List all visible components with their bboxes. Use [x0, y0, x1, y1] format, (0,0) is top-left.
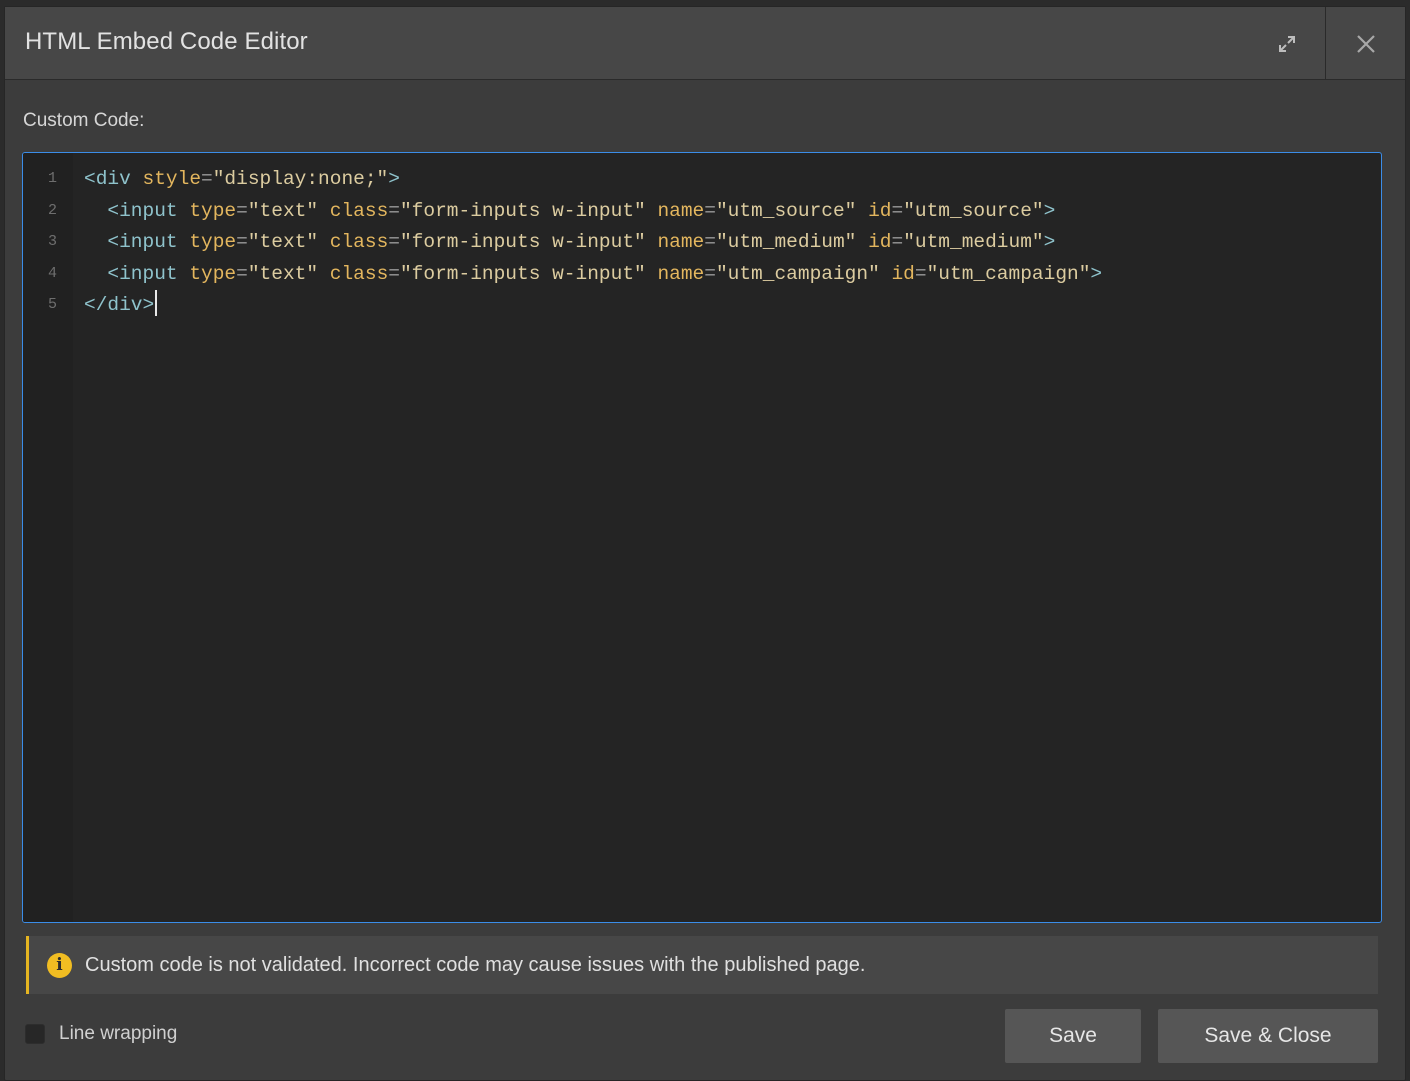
html-embed-dialog: HTML Embed Code Editor Custom Code: 1 <di… — [4, 6, 1406, 1081]
close-button[interactable] — [1326, 7, 1405, 80]
close-icon — [1356, 34, 1375, 53]
code-line[interactable]: 4 <input type="text" class="form-inputs … — [23, 258, 1381, 290]
line-wrapping-label: Line wrapping — [59, 1023, 178, 1044]
save-close-button[interactable]: Save & Close — [1158, 1009, 1378, 1063]
line-number: 3 — [47, 233, 57, 251]
code-text[interactable]: <input type="text" class="form-inputs w-… — [84, 195, 1055, 227]
dialog-titlebar: HTML Embed Code Editor — [5, 7, 1405, 80]
expand-arrows-icon — [1278, 35, 1295, 52]
line-number: 1 — [47, 170, 57, 187]
line-wrapping-checkbox[interactable] — [25, 1024, 45, 1044]
code-text[interactable]: <div style="display:none;"> — [84, 163, 400, 195]
code-line[interactable]: 5 </div> — [23, 289, 1381, 321]
code-line[interactable]: 3 <input type="text" class="form-inputs … — [23, 226, 1381, 258]
dialog-title: HTML Embed Code Editor — [25, 28, 308, 55]
text-cursor — [155, 290, 158, 317]
warning-text: Custom code is not validated. Incorrect … — [85, 953, 866, 976]
warning-banner: i Custom code is not validated. Incorrec… — [26, 936, 1378, 994]
code-text[interactable]: <input type="text" class="form-inputs w-… — [84, 258, 1102, 290]
code-line[interactable]: 1 <div style="display:none;"> — [23, 163, 1381, 195]
info-icon: i — [47, 952, 72, 978]
line-number: 5 — [47, 296, 57, 314]
line-number: 4 — [47, 264, 57, 282]
code-line[interactable]: 2 <input type="text" class="form-inputs … — [23, 195, 1381, 227]
custom-code-label: Custom Code: — [23, 110, 145, 131]
line-wrapping-toggle[interactable]: Line wrapping — [25, 1023, 177, 1045]
code-text[interactable]: <input type="text" class="form-inputs w-… — [84, 226, 1055, 258]
save-button[interactable]: Save — [1005, 1009, 1141, 1063]
expand-button[interactable] — [1247, 7, 1326, 80]
code-editor[interactable]: 1 <div style="display:none;"> 2 <input typ… — [22, 152, 1382, 923]
line-number: 2 — [47, 201, 57, 219]
code-text[interactable]: </div> — [84, 289, 158, 321]
